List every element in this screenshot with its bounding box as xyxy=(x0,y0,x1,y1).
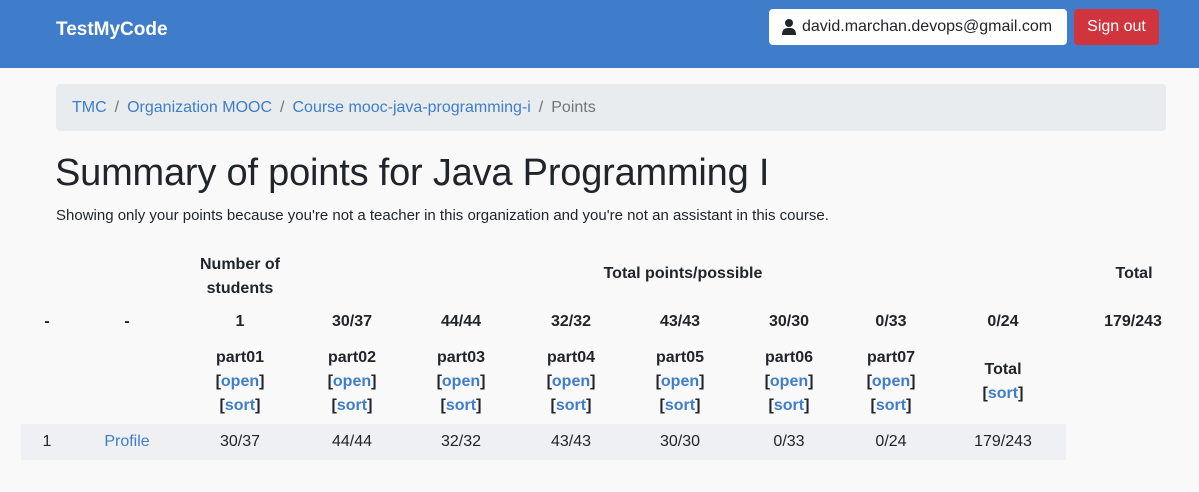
sort-link[interactable]: sort xyxy=(337,397,367,414)
open-link[interactable]: open xyxy=(872,373,910,390)
column-title: Total xyxy=(984,361,1022,378)
row-rank: 1 xyxy=(42,433,52,450)
open-link[interactable]: open xyxy=(770,373,808,390)
points-cell: 44/44 xyxy=(331,433,373,450)
column-title: part05 xyxy=(655,349,705,366)
column-title: part03 xyxy=(436,349,486,366)
sort-link[interactable]: sort xyxy=(556,397,586,414)
page-title: Summary of points for Java Programming I xyxy=(55,152,770,194)
column-part05: part05 [open] [sort] xyxy=(656,346,705,418)
user-email: david.marchan.devops@gmail.com xyxy=(802,18,1053,35)
points-cell: 30/30 xyxy=(659,433,701,450)
table-row xyxy=(21,424,1066,460)
column-part07: part07 [open] [sort] xyxy=(867,346,916,418)
summary-cell: 0/33 xyxy=(875,313,907,330)
user-account-button[interactable]: david.marchan.devops@gmail.com xyxy=(769,9,1067,45)
summary-cell: 32/32 xyxy=(550,313,592,330)
breadcrumb-course[interactable]: Course mooc-java-programming-i xyxy=(293,99,531,117)
summary-cell: 30/30 xyxy=(768,313,810,330)
column-part04: part04 [open] [sort] xyxy=(547,346,596,418)
header-students: Number of students xyxy=(200,256,280,297)
breadcrumb-tmc[interactable]: TMC xyxy=(72,99,107,117)
breadcrumb: TMC / Organization MOOC / Course mooc-ja… xyxy=(56,84,1166,131)
summary-cell: 179/243 xyxy=(1104,313,1162,330)
points-cell: 43/43 xyxy=(550,433,592,450)
points-cell: 32/32 xyxy=(440,433,482,450)
open-link[interactable]: open xyxy=(552,373,590,390)
header-total: Total xyxy=(1115,265,1153,282)
breadcrumb-separator: / xyxy=(280,98,285,116)
open-link[interactable]: open xyxy=(661,373,699,390)
sort-link[interactable]: sort xyxy=(665,397,695,414)
breadcrumb-organization[interactable]: Organization MOOC xyxy=(127,99,272,117)
open-link[interactable]: open xyxy=(442,373,480,390)
profile-link[interactable]: Profile xyxy=(104,433,149,451)
summary-cell: 1 xyxy=(235,313,245,330)
user-icon xyxy=(782,19,796,35)
breadcrumb-separator: / xyxy=(114,98,120,116)
open-link[interactable]: open xyxy=(333,373,371,390)
points-cell: 0/24 xyxy=(875,433,907,450)
column-title: part02 xyxy=(327,349,377,366)
summary-cell: - xyxy=(44,313,50,330)
sort-link[interactable]: sort xyxy=(988,385,1018,402)
summary-cell: 30/37 xyxy=(331,313,373,330)
sort-link[interactable]: sort xyxy=(446,397,476,414)
column-title: part01 xyxy=(215,349,265,366)
permission-note: Showing only your points because you're … xyxy=(56,207,829,224)
summary-cell: - xyxy=(124,313,130,330)
sign-out-button[interactable]: Sign out xyxy=(1074,9,1159,45)
column-title: part06 xyxy=(764,349,814,366)
brand-link[interactable]: TestMyCode xyxy=(56,19,168,41)
points-cell: 30/37 xyxy=(219,433,261,450)
sort-link[interactable]: sort xyxy=(225,397,255,414)
breadcrumb-separator: / xyxy=(538,98,544,116)
header-total-possible: Total points/possible xyxy=(603,265,763,282)
summary-cell: 44/44 xyxy=(440,313,482,330)
column-title: part04 xyxy=(546,349,596,366)
summary-cell: 0/24 xyxy=(987,313,1019,330)
sort-link[interactable]: sort xyxy=(876,397,906,414)
breadcrumb-current: Points xyxy=(551,98,596,116)
points-cell: 0/33 xyxy=(773,433,805,450)
column-title: part07 xyxy=(866,349,916,366)
navbar: TestMyCode david.marchan.devops@gmail.co… xyxy=(0,0,1199,68)
sort-link[interactable]: sort xyxy=(774,397,804,414)
column-part02: part02 [open] [sort] xyxy=(328,346,377,418)
column-total: Total [sort] xyxy=(983,358,1024,406)
open-link[interactable]: open xyxy=(221,373,259,390)
column-part03: part03 [open] [sort] xyxy=(437,346,486,418)
summary-cell: 43/43 xyxy=(659,313,701,330)
column-part01: part01 [open] [sort] xyxy=(216,346,265,418)
points-cell: 179/243 xyxy=(974,433,1032,450)
column-part06: part06 [open] [sort] xyxy=(765,346,814,418)
